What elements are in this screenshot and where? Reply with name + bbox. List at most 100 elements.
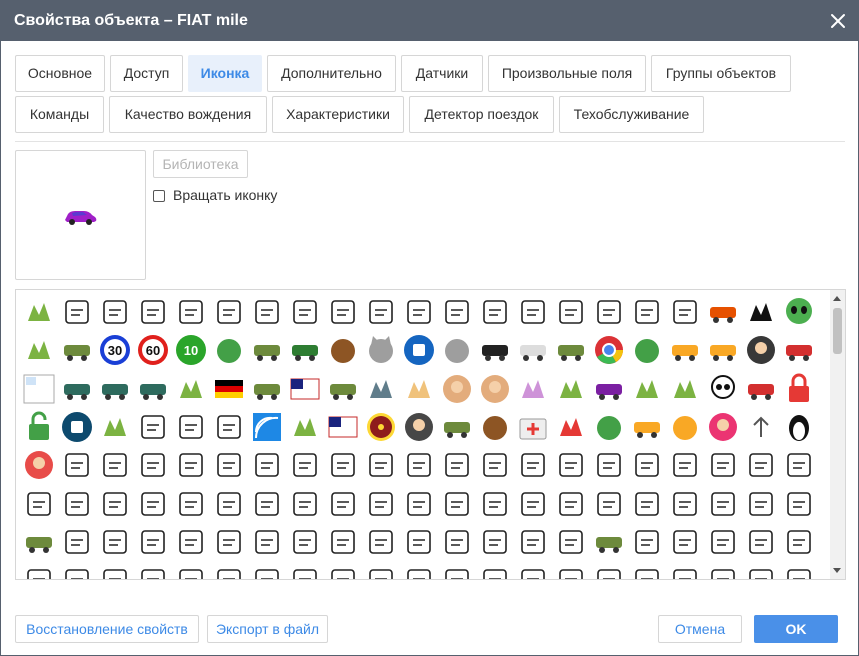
gallery-icon-cell[interactable] — [744, 564, 778, 579]
gallery-icon-cell[interactable] — [212, 448, 246, 482]
gallery-icon-cell[interactable] — [364, 295, 398, 329]
gallery-icon-cell[interactable] — [744, 295, 778, 329]
gallery-icon-cell[interactable] — [440, 448, 474, 482]
gallery-icon-cell[interactable] — [250, 448, 284, 482]
gallery-icon-cell[interactable] — [782, 333, 816, 367]
gallery-icon-cell[interactable] — [630, 564, 664, 579]
gallery-icon-cell[interactable] — [60, 295, 94, 329]
close-icon[interactable] — [829, 12, 847, 30]
gallery-icon-cell[interactable] — [516, 295, 550, 329]
gallery-icon-cell[interactable] — [22, 448, 56, 482]
gallery-icon-cell[interactable] — [706, 564, 740, 579]
gallery-icon-cell[interactable] — [288, 448, 322, 482]
tab-eco-driving[interactable]: Качество вождения — [109, 96, 267, 133]
gallery-icon-cell[interactable] — [136, 295, 170, 329]
gallery-icon-cell[interactable] — [60, 448, 94, 482]
gallery-icon-cell[interactable]: 60 — [136, 333, 170, 367]
gallery-icon-cell[interactable] — [592, 372, 626, 406]
gallery-icon-cell[interactable] — [136, 448, 170, 482]
gallery-icon-cell[interactable] — [478, 333, 512, 367]
gallery-icon-cell[interactable] — [60, 487, 94, 521]
gallery-icon-cell[interactable] — [782, 410, 816, 444]
gallery-icon-cell[interactable] — [592, 487, 626, 521]
gallery-icon-cell[interactable] — [668, 295, 702, 329]
gallery-icon-cell[interactable] — [554, 525, 588, 559]
ok-button[interactable]: OK — [754, 615, 838, 643]
gallery-icon-cell[interactable] — [326, 564, 360, 579]
gallery-icon-cell[interactable] — [516, 410, 550, 444]
gallery-icon-cell[interactable] — [402, 295, 436, 329]
gallery-icon-cell[interactable] — [174, 410, 208, 444]
gallery-icon-cell[interactable] — [22, 487, 56, 521]
gallery-icon-cell[interactable] — [516, 487, 550, 521]
tab-access[interactable]: Доступ — [110, 55, 183, 92]
gallery-icon-cell[interactable] — [630, 487, 664, 521]
gallery-icon-cell[interactable] — [706, 448, 740, 482]
gallery-icon-cell[interactable] — [592, 448, 626, 482]
gallery-icon-cell[interactable] — [98, 410, 132, 444]
gallery-icon-cell[interactable] — [174, 487, 208, 521]
gallery-icon-cell[interactable] — [706, 295, 740, 329]
gallery-icon-cell[interactable] — [554, 372, 588, 406]
gallery-icon-cell[interactable] — [478, 487, 512, 521]
gallery-icon-cell[interactable] — [744, 333, 778, 367]
gallery-icon-cell[interactable] — [554, 295, 588, 329]
gallery-icon-cell[interactable] — [630, 333, 664, 367]
gallery-icon-cell[interactable] — [136, 372, 170, 406]
library-button[interactable]: Библиотека — [153, 150, 248, 178]
gallery-icon-cell[interactable] — [288, 333, 322, 367]
gallery-icon-cell[interactable] — [212, 564, 246, 579]
gallery-icon-cell[interactable] — [288, 525, 322, 559]
export-to-file-button[interactable]: Экспорт в файл — [207, 615, 328, 643]
gallery-icon-cell[interactable] — [364, 487, 398, 521]
gallery-icon-cell[interactable] — [288, 295, 322, 329]
tab-maintenance[interactable]: Техобслуживание — [559, 96, 704, 133]
gallery-icon-cell[interactable] — [668, 525, 702, 559]
gallery-icon-cell[interactable] — [60, 564, 94, 579]
tab-main[interactable]: Основное — [15, 55, 105, 92]
gallery-icon-cell[interactable] — [744, 448, 778, 482]
gallery-icon-cell[interactable] — [326, 487, 360, 521]
gallery-icon-cell[interactable] — [212, 410, 246, 444]
gallery-icon-cell[interactable] — [744, 525, 778, 559]
gallery-icon-cell[interactable]: 30 — [98, 333, 132, 367]
tab-icon[interactable]: Иконка — [188, 55, 262, 92]
gallery-icon-cell[interactable] — [592, 564, 626, 579]
gallery-icon-cell[interactable] — [402, 333, 436, 367]
gallery-icon-cell[interactable] — [402, 564, 436, 579]
gallery-icon-cell[interactable] — [478, 525, 512, 559]
gallery-icon-cell[interactable] — [98, 448, 132, 482]
gallery-icon-cell[interactable] — [326, 525, 360, 559]
gallery-icon-cell[interactable] — [288, 487, 322, 521]
gallery-icon-cell[interactable] — [592, 410, 626, 444]
gallery-icon-cell[interactable] — [364, 448, 398, 482]
gallery-icon-cell[interactable] — [212, 295, 246, 329]
gallery-icon-cell[interactable] — [440, 487, 474, 521]
gallery-icon-cell[interactable] — [706, 410, 740, 444]
gallery-icon-cell[interactable] — [440, 410, 474, 444]
gallery-icon-cell[interactable] — [782, 487, 816, 521]
gallery-icon-cell[interactable] — [364, 564, 398, 579]
gallery-icon-cell[interactable] — [478, 564, 512, 579]
gallery-icon-cell[interactable] — [706, 487, 740, 521]
gallery-icon-cell[interactable] — [440, 295, 474, 329]
gallery-icon-cell[interactable] — [592, 333, 626, 367]
gallery-icon-cell[interactable] — [744, 372, 778, 406]
gallery-icon-cell[interactable] — [744, 410, 778, 444]
gallery-icon-cell[interactable] — [668, 372, 702, 406]
gallery-icon-cell[interactable] — [782, 564, 816, 579]
gallery-icon-cell[interactable] — [174, 295, 208, 329]
gallery-icon-cell[interactable] — [630, 295, 664, 329]
gallery-icon-cell[interactable] — [554, 564, 588, 579]
tab-advanced[interactable]: Дополнительно — [267, 55, 396, 92]
gallery-icon-cell[interactable] — [782, 448, 816, 482]
gallery-icon-cell[interactable] — [60, 410, 94, 444]
gallery-icon-cell[interactable] — [402, 372, 436, 406]
gallery-icon-cell[interactable] — [60, 525, 94, 559]
gallery-icon-cell[interactable] — [22, 333, 56, 367]
gallery-icon-cell[interactable] — [402, 448, 436, 482]
gallery-icon-cell[interactable] — [516, 333, 550, 367]
tab-sensors[interactable]: Датчики — [401, 55, 483, 92]
gallery-icon-cell[interactable] — [212, 372, 246, 406]
gallery-icon-cell[interactable] — [174, 372, 208, 406]
